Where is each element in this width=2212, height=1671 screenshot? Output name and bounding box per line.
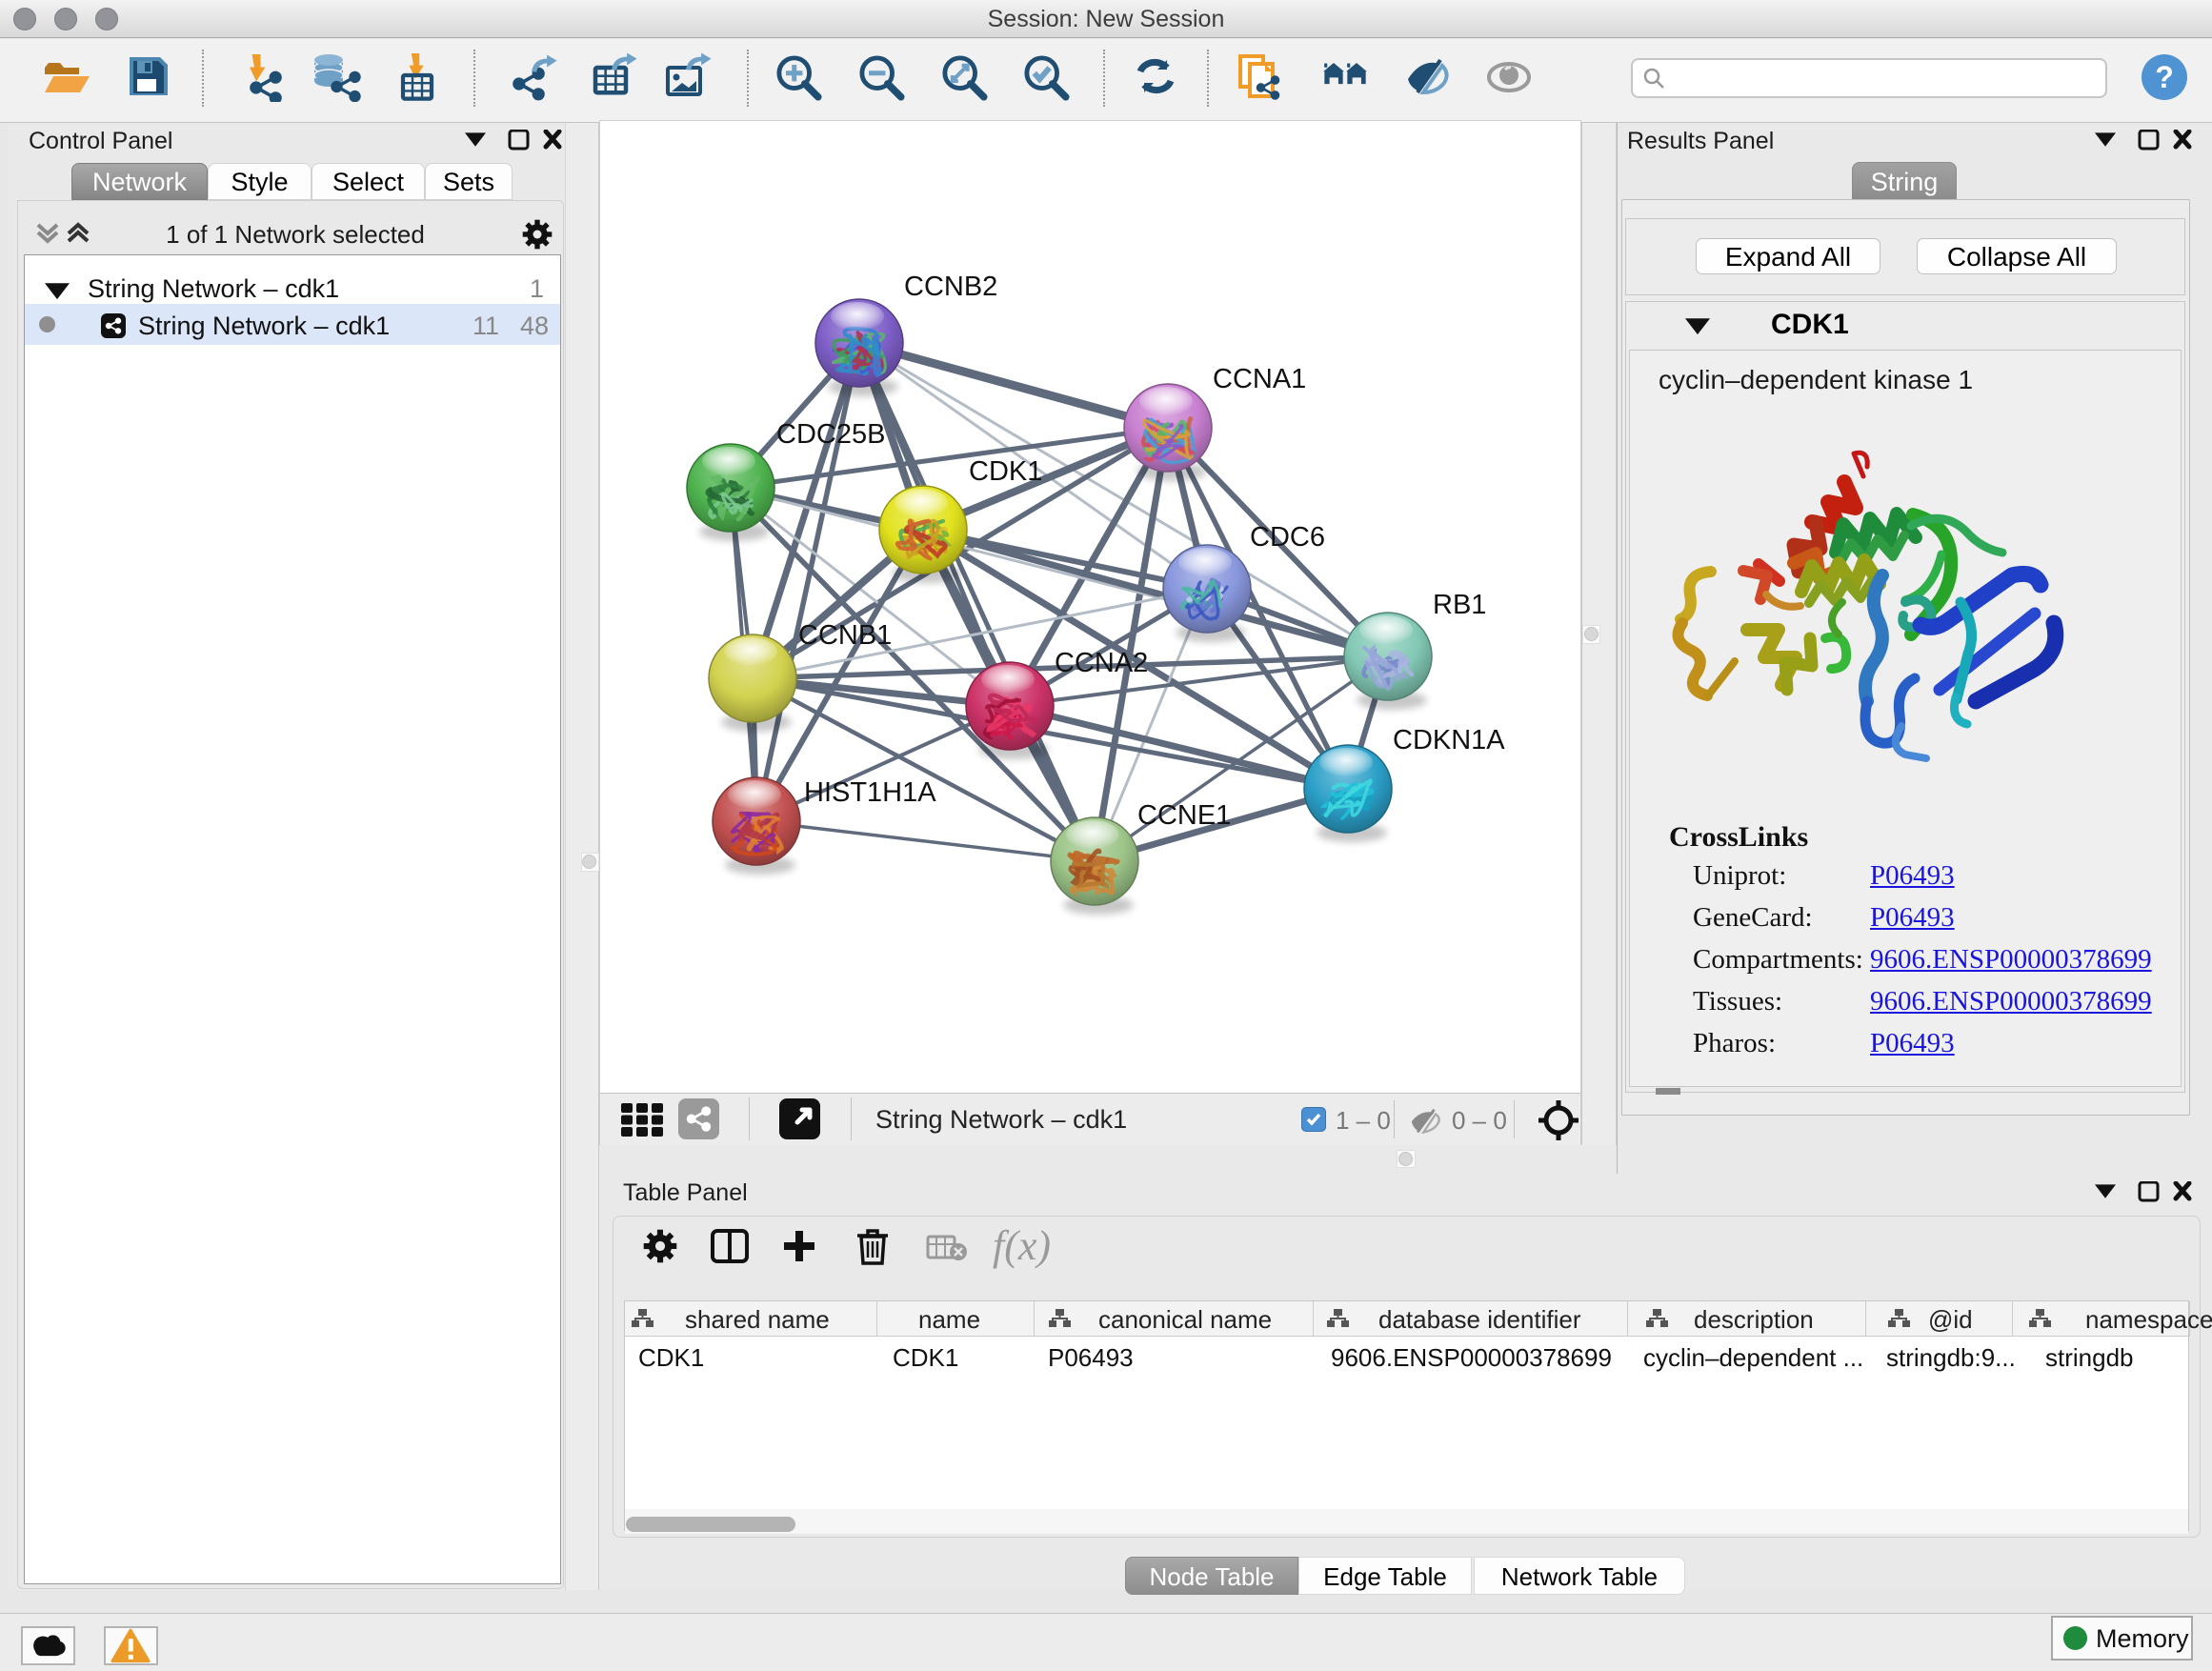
svg-text:CCNA2: CCNA2 (1055, 648, 1148, 678)
svg-text:CDK1: CDK1 (969, 456, 1042, 487)
svg-text:CCNE1: CCNE1 (1137, 800, 1231, 831)
svg-text:CCNA1: CCNA1 (1213, 364, 1306, 394)
svg-text:CCNB2: CCNB2 (904, 272, 997, 302)
svg-text:HIST1H1A: HIST1H1A (804, 777, 936, 808)
svg-text:RB1: RB1 (1433, 590, 1486, 620)
svg-text:CDKN1A: CDKN1A (1393, 725, 1505, 755)
svg-text:CDC6: CDC6 (1250, 522, 1325, 553)
svg-text:CDC25B: CDC25B (776, 419, 885, 450)
svg-text:CCNB1: CCNB1 (798, 620, 892, 651)
